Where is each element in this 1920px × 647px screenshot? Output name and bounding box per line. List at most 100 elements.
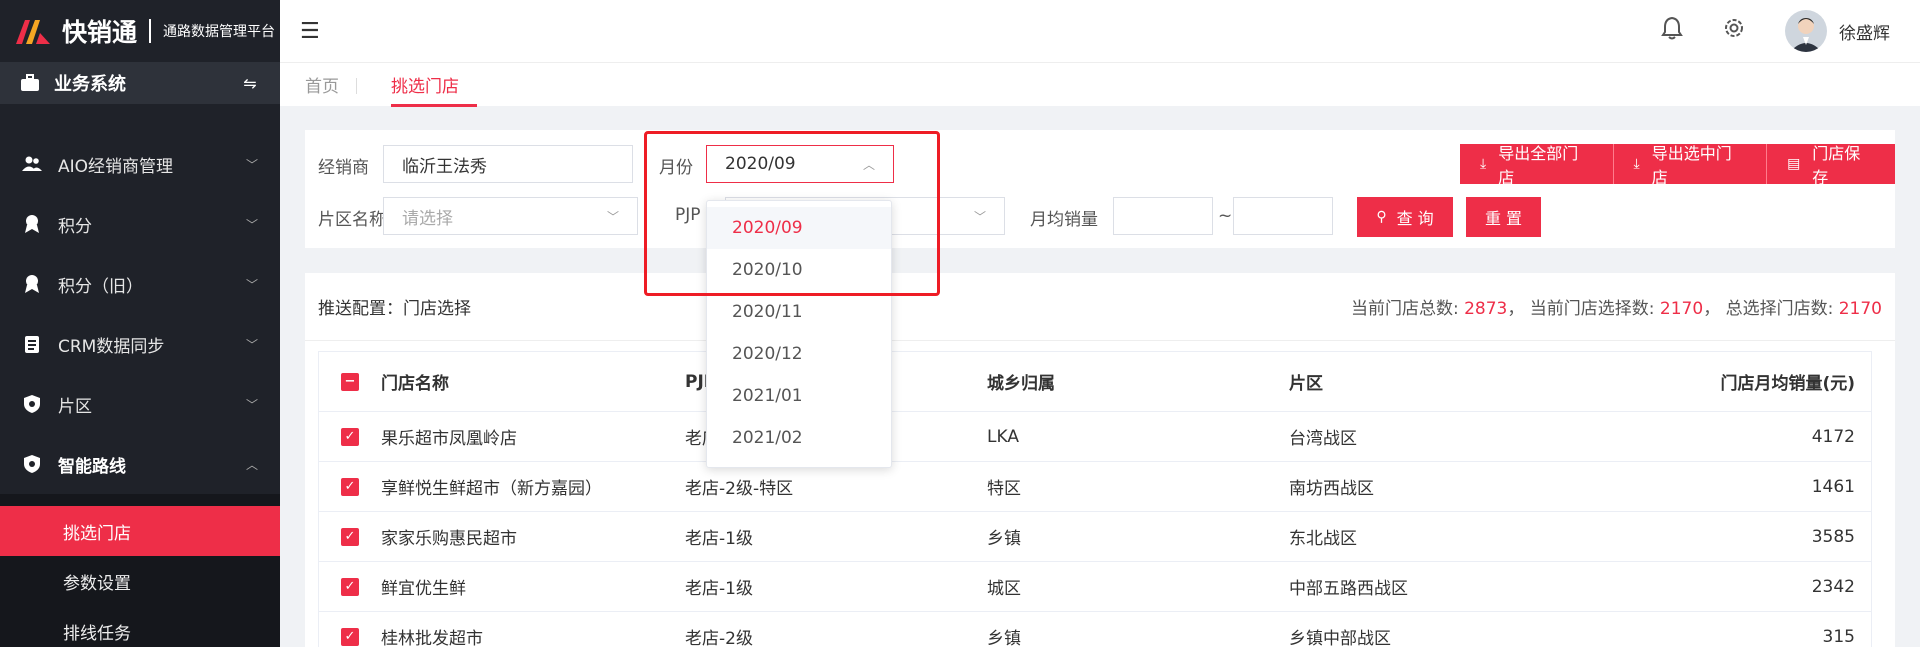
select-all-cell: −: [319, 372, 381, 391]
download-icon: ⤓: [1633, 156, 1640, 172]
award-icon: [22, 214, 42, 234]
area-select[interactable]: 请选择 ﹀: [383, 197, 638, 235]
store-table: − 门店名称 PJP 城乡归属 片区 门店月均销量(元) ✓ 果乐超市凤凰岭店 …: [318, 351, 1872, 647]
comma: ，: [1703, 299, 1721, 319]
store-pjp: 老店-2级: [685, 629, 753, 647]
comma: ，: [1507, 299, 1525, 319]
store-avg-sales: 2342: [1811, 576, 1855, 597]
download-icon: ⤓: [1480, 156, 1487, 172]
month-select[interactable]: 2020/09 ︿: [706, 145, 894, 183]
store-urban-rural: 乡镇: [987, 529, 1021, 549]
store-urban-rural: 特区: [987, 479, 1021, 499]
table-row[interactable]: ✓ 桂林批发超市 老店-2级 乡镇 乡镇中部战区 315: [319, 612, 1871, 647]
brand-logo[interactable]: 快销通 通路数据管理平台: [0, 0, 280, 62]
row-checkbox[interactable]: ✓: [341, 627, 359, 646]
store-area: 台湾战区: [1289, 429, 1357, 449]
avg-sales-max-input[interactable]: [1233, 197, 1333, 235]
system-switcher[interactable]: 业务系统 ⇋: [0, 62, 280, 104]
table-header-row: − 门店名称 PJP 城乡归属 片区 门店月均销量(元): [319, 352, 1871, 412]
bell-icon[interactable]: [1661, 16, 1683, 46]
filter-panel: 经销商 临沂王法秀 月份 2020/09 ︿ 片区名称 请选择 ﹀ PJP ﹀ …: [305, 130, 1895, 248]
briefcase-icon: [20, 73, 40, 93]
brand-subtitle: 通路数据管理平台: [163, 24, 276, 40]
save-stores-button[interactable]: ▤ 门店保存: [1767, 144, 1895, 187]
document-icon: ▤: [1787, 156, 1801, 172]
table-row[interactable]: ✓ 果乐超市凤凰岭店 老店 LKA 台湾战区 4172: [319, 412, 1871, 462]
row-checkbox[interactable]: ✓: [341, 527, 359, 546]
distributor-value: 临沂王法秀: [402, 156, 487, 177]
menu-item-points[interactable]: 积分 ﹀: [0, 194, 280, 254]
submenu-item-route-task[interactable]: 排线任务: [0, 606, 280, 647]
store-urban-rural: LKA: [987, 426, 1019, 447]
column-header[interactable]: 城乡归属: [987, 369, 1289, 394]
store-pjp: 老店-1级: [685, 529, 753, 549]
store-area: 乡镇中部战区: [1289, 629, 1391, 647]
store-name: 鲜宜优生鲜: [381, 579, 466, 599]
save-stores-label: 门店保存: [1812, 144, 1861, 187]
clipboard-icon: [22, 334, 42, 354]
avg-sales-min-input[interactable]: [1113, 197, 1213, 235]
row-checkbox[interactable]: ✓: [341, 577, 359, 596]
tab-pick-stores[interactable]: 挑选门店: [391, 63, 477, 107]
menu-item-smart-route[interactable]: 智能路线 ︿: [0, 434, 280, 494]
submenu-item-params[interactable]: 参数设置: [0, 556, 280, 606]
store-list-panel: 推送配置：门店选择 当前门店总数: 2873， 当前门店选择数: 2170， 总…: [305, 273, 1895, 647]
system-label: 业务系统: [54, 74, 126, 95]
panel-title: 推送配置：门店选择: [318, 299, 471, 319]
month-option[interactable]: 2020/12: [707, 333, 891, 375]
month-option[interactable]: 2021/01: [707, 375, 891, 417]
table-row[interactable]: ✓ 鲜宜优生鲜 老店-1级 城区 中部五路西战区 2342: [319, 562, 1871, 612]
brand-name: 快销通: [62, 18, 138, 47]
month-option[interactable]: 2020/10: [707, 249, 891, 291]
menu-item-label: 积分: [58, 216, 92, 237]
export-selected-button[interactable]: ⤓ 导出选中门店: [1613, 144, 1768, 187]
month-option[interactable]: 2020/09: [707, 207, 891, 249]
month-label: 月份: [659, 158, 693, 178]
selected-label: 当前门店选择数:: [1529, 299, 1655, 319]
select-all-checkbox[interactable]: −: [341, 372, 359, 391]
menu-item-crm-sync[interactable]: CRM数据同步 ﹀: [0, 314, 280, 374]
menu-toggle-icon[interactable]: ☰: [300, 19, 320, 44]
submenu-item-pick-stores[interactable]: 挑选门店: [0, 506, 280, 556]
menu-item-label: 智能路线: [58, 456, 126, 477]
row-checkbox-cell: ✓: [319, 477, 381, 496]
reset-button[interactable]: 重 置: [1466, 197, 1541, 237]
switch-arrows-icon[interactable]: ⇋: [240, 73, 260, 93]
menu-item-area[interactable]: 片区 ﹀: [0, 374, 280, 434]
all-selected-label: 总选择门店数:: [1725, 299, 1834, 319]
gear-icon[interactable]: [1723, 17, 1745, 45]
row-checkbox[interactable]: ✓: [341, 427, 359, 446]
query-button[interactable]: ⚲ 查 询: [1357, 197, 1453, 237]
selected-value: 2170: [1659, 299, 1704, 319]
column-header[interactable]: 片区: [1289, 369, 1709, 394]
table-row[interactable]: ✓ 家家乐购惠民超市 老店-1级 乡镇 东北战区 3585: [319, 512, 1871, 562]
export-button-group: ⤓ 导出全部门店 ⤓ 导出选中门店 ▤ 门店保存: [1460, 144, 1895, 187]
export-selected-label: 导出选中门店: [1651, 144, 1732, 187]
shield-icon: [22, 454, 42, 474]
table-row[interactable]: ✓ 享鲜悦生鲜超市（新方嘉园） 老店-2级-特区 特区 南坊西战区 1461: [319, 462, 1871, 512]
store-name: 家家乐购惠民超市: [381, 529, 517, 549]
reset-button-label: 重 置: [1484, 209, 1523, 228]
month-option[interactable]: 2020/11: [707, 291, 891, 333]
page-tabs: 首页 挑选门店: [280, 62, 1920, 107]
menu-item-aio[interactable]: AIO经销商管理 ﹀: [0, 134, 280, 194]
menu-item-label: 积分（旧）: [58, 276, 143, 297]
distributor-input[interactable]: 临沂王法秀: [383, 145, 633, 183]
total-label: 当前门店总数:: [1350, 299, 1459, 319]
all-selected-value: 2170: [1838, 299, 1882, 319]
row-checkbox[interactable]: ✓: [341, 477, 359, 496]
username[interactable]: 徐盛辉: [1839, 19, 1890, 44]
column-header[interactable]: 门店月均销量(元): [1709, 369, 1871, 394]
row-checkbox-cell: ✓: [319, 577, 381, 596]
tab-home[interactable]: 首页: [305, 63, 357, 107]
total-value: 2873: [1464, 299, 1508, 319]
brand-separator: [149, 19, 152, 43]
menu-item-points-old[interactable]: 积分（旧） ﹀: [0, 254, 280, 314]
avatar[interactable]: [1785, 10, 1827, 52]
menu-item-label: AIO经销商管理: [58, 156, 174, 177]
export-all-label: 导出全部门店: [1498, 144, 1579, 187]
export-all-button[interactable]: ⤓ 导出全部门店: [1460, 144, 1614, 187]
column-header[interactable]: 门店名称: [381, 369, 685, 394]
menu-list: AIO经销商管理 ﹀ 积分 ﹀ 积分（旧） ﹀ CRM数据同步 ﹀ 片区 ﹀ 智…: [0, 134, 280, 494]
month-option[interactable]: 2021/02: [707, 417, 891, 459]
